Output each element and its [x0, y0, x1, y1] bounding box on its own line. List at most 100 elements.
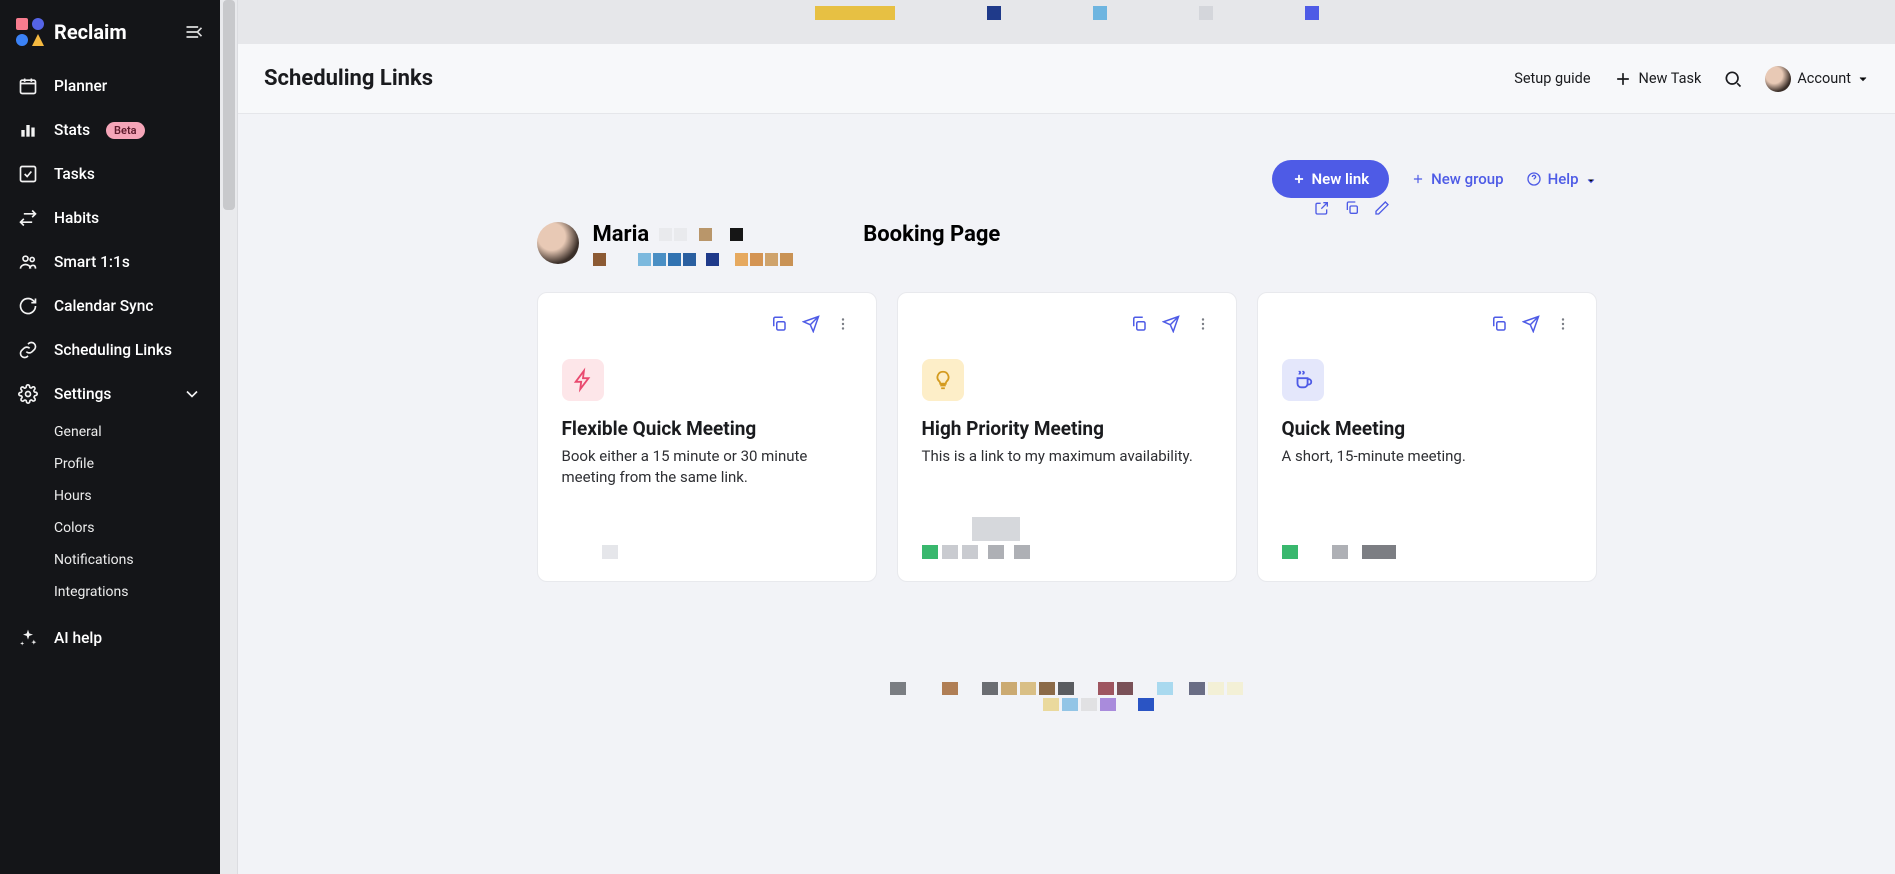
send-icon[interactable] — [802, 315, 820, 333]
copy-icon[interactable] — [1130, 315, 1148, 333]
bar-chart-icon — [18, 120, 38, 140]
action-row: New link New group Help — [537, 160, 1597, 198]
redacted-pixels-row2 — [593, 253, 1001, 266]
chevron-down-icon — [182, 384, 202, 404]
more-icon[interactable] — [834, 315, 852, 333]
sidebar-collapse-button[interactable] — [184, 22, 204, 42]
check-square-icon — [18, 164, 38, 184]
card-description: Book either a 15 minute or 30 minute mee… — [562, 446, 852, 488]
send-icon[interactable] — [1522, 315, 1540, 333]
settings-sub-profile[interactable]: Profile — [0, 448, 220, 480]
sidebar-item-label: Stats — [54, 121, 90, 139]
account-menu[interactable]: Account — [1765, 66, 1869, 92]
settings-sub-integrations[interactable]: Integrations — [0, 576, 220, 608]
more-icon[interactable] — [1554, 315, 1572, 333]
plus-icon — [1411, 172, 1425, 186]
send-icon[interactable] — [1162, 315, 1180, 333]
copy-icon[interactable] — [770, 315, 788, 333]
scrollbar-thumb[interactable] — [223, 0, 235, 210]
sidebar-item-smart-11s[interactable]: Smart 1:1s — [0, 240, 220, 284]
brand-logo[interactable]: Reclaim — [16, 18, 127, 46]
link-card-high-priority[interactable]: High Priority Meeting This is a link to … — [897, 292, 1237, 582]
sidebar-item-planner[interactable]: Planner — [0, 64, 220, 108]
external-link-icon[interactable] — [1314, 200, 1330, 216]
settings-sub-colors[interactable]: Colors — [0, 512, 220, 544]
cards-grid: Flexible Quick Meeting Book either a 15 … — [537, 292, 1597, 582]
sidebar-item-ai-help[interactable]: AI help — [0, 616, 220, 660]
search-button[interactable] — [1723, 69, 1743, 89]
copy-icon[interactable] — [1344, 200, 1360, 216]
sidebar-item-label: AI help — [54, 629, 102, 647]
help-label: Help — [1548, 170, 1579, 188]
topbar-right: Setup guide New Task Account — [1514, 66, 1869, 92]
new-link-button[interactable]: New link — [1272, 160, 1390, 198]
settings-sub-hours[interactable]: Hours — [0, 480, 220, 512]
brand-name: Reclaim — [54, 20, 127, 44]
booking-page-title: Booking Page — [863, 222, 1000, 247]
sidebar-item-calendar-sync[interactable]: Calendar Sync — [0, 284, 220, 328]
edit-icon[interactable] — [1374, 200, 1390, 216]
copy-icon[interactable] — [1490, 315, 1508, 333]
sidebar-item-settings[interactable]: Settings — [0, 372, 220, 416]
card-actions — [1282, 315, 1572, 333]
plus-icon — [1613, 69, 1633, 89]
users-icon — [18, 252, 38, 272]
card-actions — [922, 315, 1212, 333]
card-description: This is a link to my maximum availabilit… — [922, 446, 1212, 467]
setup-guide-link[interactable]: Setup guide — [1514, 70, 1590, 87]
sidebar-item-label: Tasks — [54, 165, 95, 183]
card-title: Flexible Quick Meeting — [562, 417, 852, 440]
help-icon — [1526, 171, 1542, 187]
bolt-icon — [562, 359, 604, 401]
card-actions — [562, 315, 852, 333]
sidebar-item-label: Habits — [54, 209, 99, 227]
help-button[interactable]: Help — [1526, 170, 1597, 188]
new-group-button[interactable]: New group — [1411, 170, 1503, 188]
settings-sub-general[interactable]: General — [0, 416, 220, 448]
sidebar-item-scheduling-links[interactable]: Scheduling Links — [0, 328, 220, 372]
sparkle-icon — [18, 628, 38, 648]
main-area: Scheduling Links Setup guide New Task Ac… — [238, 0, 1895, 874]
scrollbar-track[interactable] — [220, 0, 238, 874]
redacted-pixels — [659, 228, 743, 241]
sidebar: Reclaim Planner Stats Beta Tasks Habits … — [0, 0, 220, 874]
profile-link-actions — [1314, 200, 1390, 216]
card-title: Quick Meeting — [1282, 417, 1572, 440]
new-task-label: New Task — [1639, 70, 1702, 87]
new-group-label: New group — [1431, 170, 1503, 188]
coffee-icon — [1282, 359, 1324, 401]
sidebar-item-label: Scheduling Links — [54, 341, 172, 359]
decorative-pixel-bar — [238, 0, 1895, 44]
card-footer-pixels — [922, 517, 1212, 559]
sidebar-item-label: Settings — [54, 385, 111, 403]
calendar-icon — [18, 76, 38, 96]
sidebar-item-label: Planner — [54, 77, 107, 95]
card-footer-pixels — [562, 545, 852, 559]
new-link-label: New link — [1312, 170, 1370, 188]
new-task-button[interactable]: New Task — [1613, 69, 1702, 89]
sidebar-item-label: Calendar Sync — [54, 297, 153, 315]
page-title: Scheduling Links — [264, 66, 433, 91]
sidebar-item-tasks[interactable]: Tasks — [0, 152, 220, 196]
link-card-quick-meeting[interactable]: Quick Meeting A short, 15-minute meeting… — [1257, 292, 1597, 582]
chevron-down-icon — [1585, 173, 1597, 185]
sidebar-item-habits[interactable]: Habits — [0, 196, 220, 240]
sidebar-item-stats[interactable]: Stats Beta — [0, 108, 220, 152]
sidebar-item-label: Smart 1:1s — [54, 253, 130, 271]
more-icon[interactable] — [1194, 315, 1212, 333]
topbar: Scheduling Links Setup guide New Task Ac… — [238, 44, 1895, 114]
card-footer-pixels — [1282, 545, 1572, 559]
settings-sub-notifications[interactable]: Notifications — [0, 544, 220, 576]
link-card-flexible-quick[interactable]: Flexible Quick Meeting Book either a 15 … — [537, 292, 877, 582]
sidebar-header: Reclaim — [0, 12, 220, 64]
profile-avatar — [537, 222, 579, 264]
avatar — [1765, 66, 1791, 92]
profile-name: Maria — [593, 222, 650, 247]
repeat-icon — [18, 208, 38, 228]
profile-main: Maria Booking Page — [593, 222, 1001, 266]
account-label: Account — [1797, 70, 1851, 87]
card-title: High Priority Meeting — [922, 417, 1212, 440]
beta-badge: Beta — [106, 122, 145, 139]
refresh-icon — [18, 296, 38, 316]
chevron-down-icon — [1857, 69, 1869, 89]
